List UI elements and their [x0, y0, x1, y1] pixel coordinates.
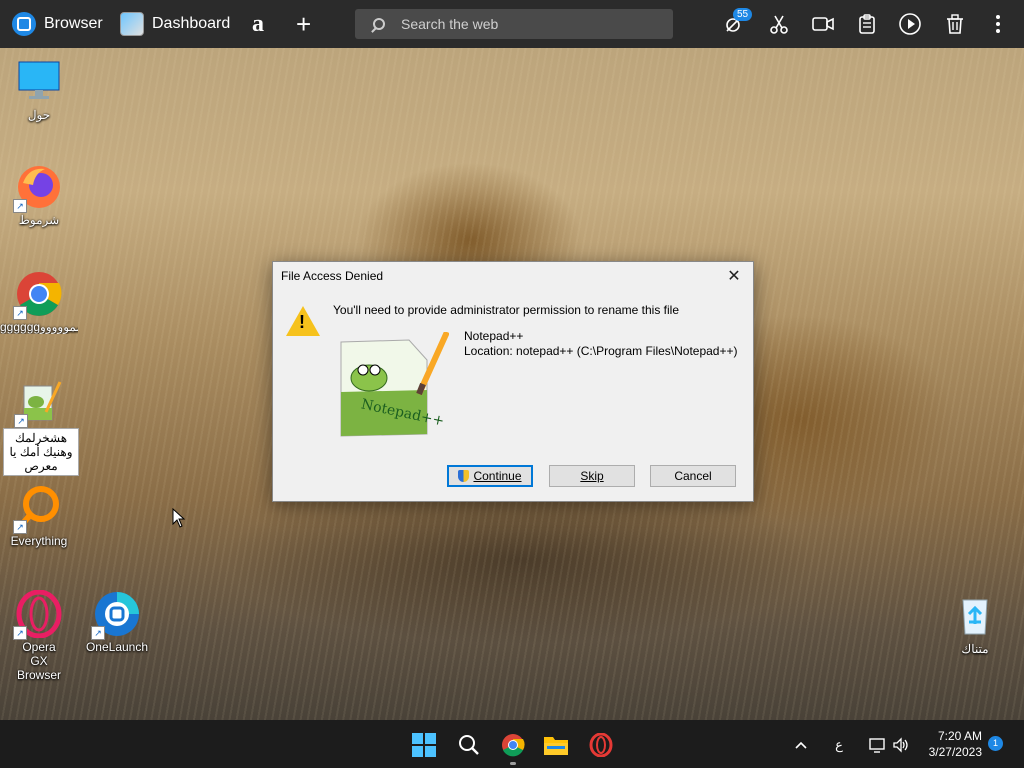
continue-button[interactable]: Continue	[447, 465, 533, 487]
desktop-icon-firefox[interactable]: ↗ شرموط	[0, 163, 78, 227]
shortcut-arrow-icon: ↗	[91, 626, 105, 640]
desktop-icon-everything[interactable]: ↗ Everything	[0, 484, 78, 548]
everything-icon: ↗	[13, 484, 63, 534]
web-search-box[interactable]	[355, 9, 673, 39]
desktop-icon-label: OneLaunch	[85, 640, 149, 654]
desktop-icon-label: Opera GX Browser	[16, 640, 61, 682]
desktop-icon-label: حول	[27, 108, 51, 122]
notification-badge: 55	[733, 8, 753, 21]
desktop-icon-label: متناك	[961, 642, 989, 656]
dialog-title: File Access Denied	[281, 269, 384, 283]
desktop-icon-label: ggggggكسمووووو...	[0, 320, 78, 334]
desktop-icon-recycle-bin[interactable]: متناك	[936, 592, 1014, 656]
shortcut-arrow-icon: ↗	[13, 306, 27, 320]
mouse-cursor-icon	[172, 508, 186, 528]
trash-icon[interactable]	[943, 12, 967, 36]
browser-app-label: Browser	[44, 15, 103, 32]
clipboard-icon[interactable]	[855, 12, 879, 36]
plus-icon: +	[296, 8, 312, 39]
firefox-icon: ↗	[13, 163, 63, 213]
taskbar: ع 7:20 AM 3/27/2023 1	[0, 720, 1024, 768]
dashboard-tab[interactable]: Dashboard	[120, 0, 230, 48]
search-input[interactable]	[399, 15, 653, 33]
clock-time: 7:20 AM	[937, 729, 982, 743]
clock-date: 3/27/2023	[928, 745, 982, 759]
chrome-icon: ↗	[13, 270, 63, 320]
amazon-icon: a	[252, 10, 264, 37]
shortcut-arrow-icon: ↗	[14, 414, 28, 428]
running-indicator	[510, 762, 516, 765]
notepadpp-file-icon: Notepad++	[339, 330, 450, 444]
scissors-icon[interactable]	[767, 12, 791, 36]
volume-icon[interactable]	[888, 732, 914, 758]
file-info: Notepad++ Location: notepad++ (C:\Progra…	[464, 329, 738, 359]
desktop-icon-chrome[interactable]: ↗ ggggggكسمووووو...	[0, 270, 78, 334]
desktop-icon-label: هشخرلمك وهنيك أمك يا معرص	[3, 428, 79, 476]
system-clock[interactable]: 7:20 AM 3/27/2023	[916, 728, 982, 760]
opera-gx-icon: ↗	[13, 589, 63, 640]
start-icon[interactable]	[411, 732, 437, 758]
more-icon[interactable]	[986, 12, 1010, 36]
desktop-icon-opera-gx[interactable]: ↗ Opera GX Browser	[0, 589, 78, 682]
warning-icon: !	[286, 306, 320, 336]
cancel-button[interactable]: Cancel	[650, 465, 736, 487]
desktop-icon-this-pc[interactable]: حول	[0, 58, 78, 122]
video-icon[interactable]	[811, 12, 835, 36]
dashboard-icon	[120, 12, 144, 36]
file-location: Location: notepad++ (C:\Program Files\No…	[464, 344, 738, 358]
search-icon[interactable]	[456, 732, 482, 758]
close-icon[interactable]: ✕	[721, 264, 747, 288]
notepadpp-icon: ↗	[14, 378, 64, 428]
desktop-icon-label: شرموط	[18, 213, 60, 227]
desktop-icon-notepadpp[interactable]: ↗ هشخرلمك وهنيك أمك يا معرص	[1, 378, 79, 476]
file-access-denied-dialog: File Access Denied ✕ ! You'll need to pr…	[272, 261, 754, 502]
browser-toolbar: Browser Dashboard a + 55	[0, 0, 1024, 48]
language-indicator[interactable]: ع	[826, 732, 852, 758]
dashboard-tab-label: Dashboard	[152, 15, 231, 32]
skip-button[interactable]: Skip	[549, 465, 635, 487]
search-icon	[373, 18, 385, 30]
file-name: Notepad++	[464, 329, 524, 343]
play-icon[interactable]	[898, 12, 922, 36]
dialog-message: You'll need to provide administrator per…	[333, 303, 680, 317]
monitor-icon	[15, 58, 63, 106]
chevron-up-icon[interactable]	[788, 732, 814, 758]
desktop-icon-label: Everything	[10, 534, 68, 548]
skip-button-label: Skip	[580, 469, 604, 483]
onelaunch-icon: ↗	[91, 590, 141, 640]
amazon-button[interactable]: a	[252, 0, 264, 48]
recycle-bin-icon	[951, 592, 999, 640]
onelaunch-logo-icon	[12, 12, 36, 36]
shortcut-arrow-icon: ↗	[13, 520, 27, 534]
new-tab-button[interactable]: +	[296, 0, 311, 48]
cancel-button-label: Cancel	[674, 469, 712, 483]
notification-count-badge[interactable]: 1	[988, 736, 1003, 751]
chrome-icon[interactable]	[500, 732, 526, 758]
network-icon[interactable]	[864, 732, 890, 758]
shortcut-arrow-icon: ↗	[13, 199, 27, 213]
admin-shield-icon	[458, 470, 470, 482]
shortcut-arrow-icon: ↗	[13, 626, 27, 640]
desktop-icon-onelaunch[interactable]: ↗ OneLaunch	[78, 590, 156, 654]
browser-app-button[interactable]: Browser	[12, 0, 103, 48]
continue-button-label: Continue	[473, 469, 522, 483]
opera-icon[interactable]	[588, 732, 614, 758]
file-explorer-icon[interactable]	[543, 732, 569, 758]
